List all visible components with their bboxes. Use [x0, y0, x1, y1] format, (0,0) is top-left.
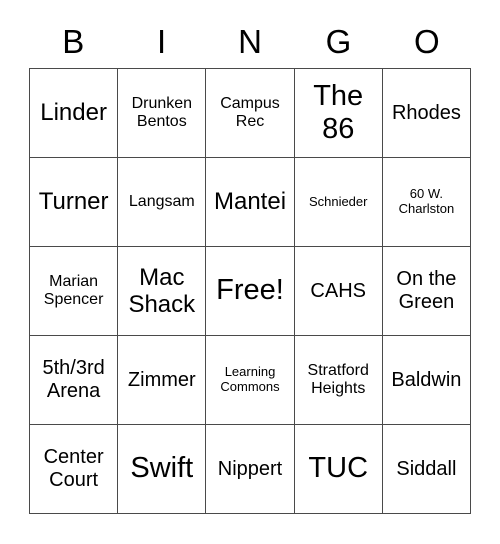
bingo-cell-label: Langsam — [128, 192, 195, 210]
bingo-row-4: 5th/3rd Arena Zimmer Learning Commons St… — [30, 336, 472, 425]
bingo-cell-label: Drunken Bentos — [131, 94, 193, 130]
bingo-header-row: B I N G O — [29, 14, 471, 68]
bingo-header-letter-i: I — [157, 22, 167, 60]
bingo-cell-n2[interactable]: Mantei — [206, 158, 295, 247]
bingo-cell-n5[interactable]: Nippert — [206, 425, 295, 514]
bingo-cell-i3[interactable]: Mac Shack — [118, 247, 207, 336]
bingo-row-5: Center Court Swift Nippert TUC Siddall — [30, 425, 472, 514]
bingo-cell-label: Nippert — [217, 457, 283, 480]
bingo-cell-label: 5th/3rd Arena — [42, 357, 105, 402]
bingo-cell-free-space[interactable]: Free! — [206, 247, 295, 336]
bingo-cell-label: Learning Commons — [220, 364, 280, 394]
bingo-card: B I N G O Linder Drunken Bentos Campus R… — [0, 0, 500, 544]
bingo-header-letter-g: G — [325, 22, 352, 60]
bingo-cell-i5[interactable]: Swift — [118, 425, 207, 514]
bingo-cell-n4[interactable]: Learning Commons — [206, 336, 295, 425]
bingo-cell-label: Mantei — [213, 188, 287, 216]
bingo-cell-i2[interactable]: Langsam — [118, 158, 207, 247]
bingo-cell-label: Baldwin — [391, 368, 462, 391]
bingo-cell-g5[interactable]: TUC — [294, 425, 383, 514]
bingo-cell-o1[interactable]: Rhodes — [382, 69, 472, 158]
bingo-row-3: Marian Spencer Mac Shack Free! CAHS On t… — [30, 247, 472, 336]
bingo-cell-b4[interactable]: 5th/3rd Arena — [30, 336, 119, 425]
bingo-cell-label: Schnieder — [308, 193, 368, 209]
bingo-cell-o4[interactable]: Baldwin — [382, 336, 472, 425]
bingo-cell-label: CAHS — [310, 279, 366, 302]
bingo-cell-label: Siddall — [396, 457, 457, 480]
bingo-cell-label: The 86 — [313, 79, 364, 145]
bingo-cell-label: Marian Spencer — [43, 272, 104, 308]
bingo-cell-b1[interactable]: Linder — [30, 69, 119, 158]
bingo-cell-b2[interactable]: Turner — [30, 158, 119, 247]
bingo-cell-label: Rhodes — [391, 101, 461, 124]
bingo-cell-label: Linder — [40, 99, 107, 127]
bingo-cell-label: 60 W. Charlston — [398, 186, 455, 216]
bingo-cell-i4[interactable]: Zimmer — [118, 336, 207, 425]
bingo-header-letter-n: N — [238, 22, 262, 60]
bingo-cell-o3[interactable]: On the Green — [382, 247, 472, 336]
bingo-cell-label: Swift — [130, 452, 194, 485]
bingo-cell-label: Center Court — [43, 446, 104, 491]
bingo-cell-b5[interactable]: Center Court — [30, 425, 119, 514]
bingo-cell-label: TUC — [308, 452, 369, 485]
bingo-cell-label: Free! — [216, 274, 284, 307]
bingo-cell-i1[interactable]: Drunken Bentos — [118, 69, 207, 158]
bingo-cell-n1[interactable]: Campus Rec — [206, 69, 295, 158]
bingo-cell-label: Campus Rec — [220, 94, 280, 130]
bingo-cell-g1[interactable]: The 86 — [294, 69, 383, 158]
bingo-cell-g4[interactable]: Stratford Heights — [294, 336, 383, 425]
bingo-cell-o2[interactable]: 60 W. Charlston — [382, 158, 472, 247]
bingo-cell-label: Zimmer — [127, 368, 196, 391]
bingo-header-letter-o: O — [413, 22, 440, 60]
bingo-row-2: Turner Langsam Mantei Schnieder 60 W. Ch… — [30, 158, 472, 247]
bingo-cell-g2[interactable]: Schnieder — [294, 158, 383, 247]
bingo-cell-label: Mac Shack — [128, 263, 196, 318]
bingo-grid: Linder Drunken Bentos Campus Rec The 86 … — [29, 68, 472, 514]
bingo-cell-label: Stratford Heights — [307, 361, 369, 397]
bingo-cell-label: Turner — [38, 188, 109, 216]
bingo-header-letter-b: B — [62, 22, 85, 60]
bingo-cell-label: On the Green — [396, 268, 457, 313]
bingo-row-1: Linder Drunken Bentos Campus Rec The 86 … — [30, 69, 472, 158]
bingo-cell-g3[interactable]: CAHS — [294, 247, 383, 336]
bingo-cell-o5[interactable]: Siddall — [382, 425, 472, 514]
bingo-cell-b3[interactable]: Marian Spencer — [30, 247, 119, 336]
